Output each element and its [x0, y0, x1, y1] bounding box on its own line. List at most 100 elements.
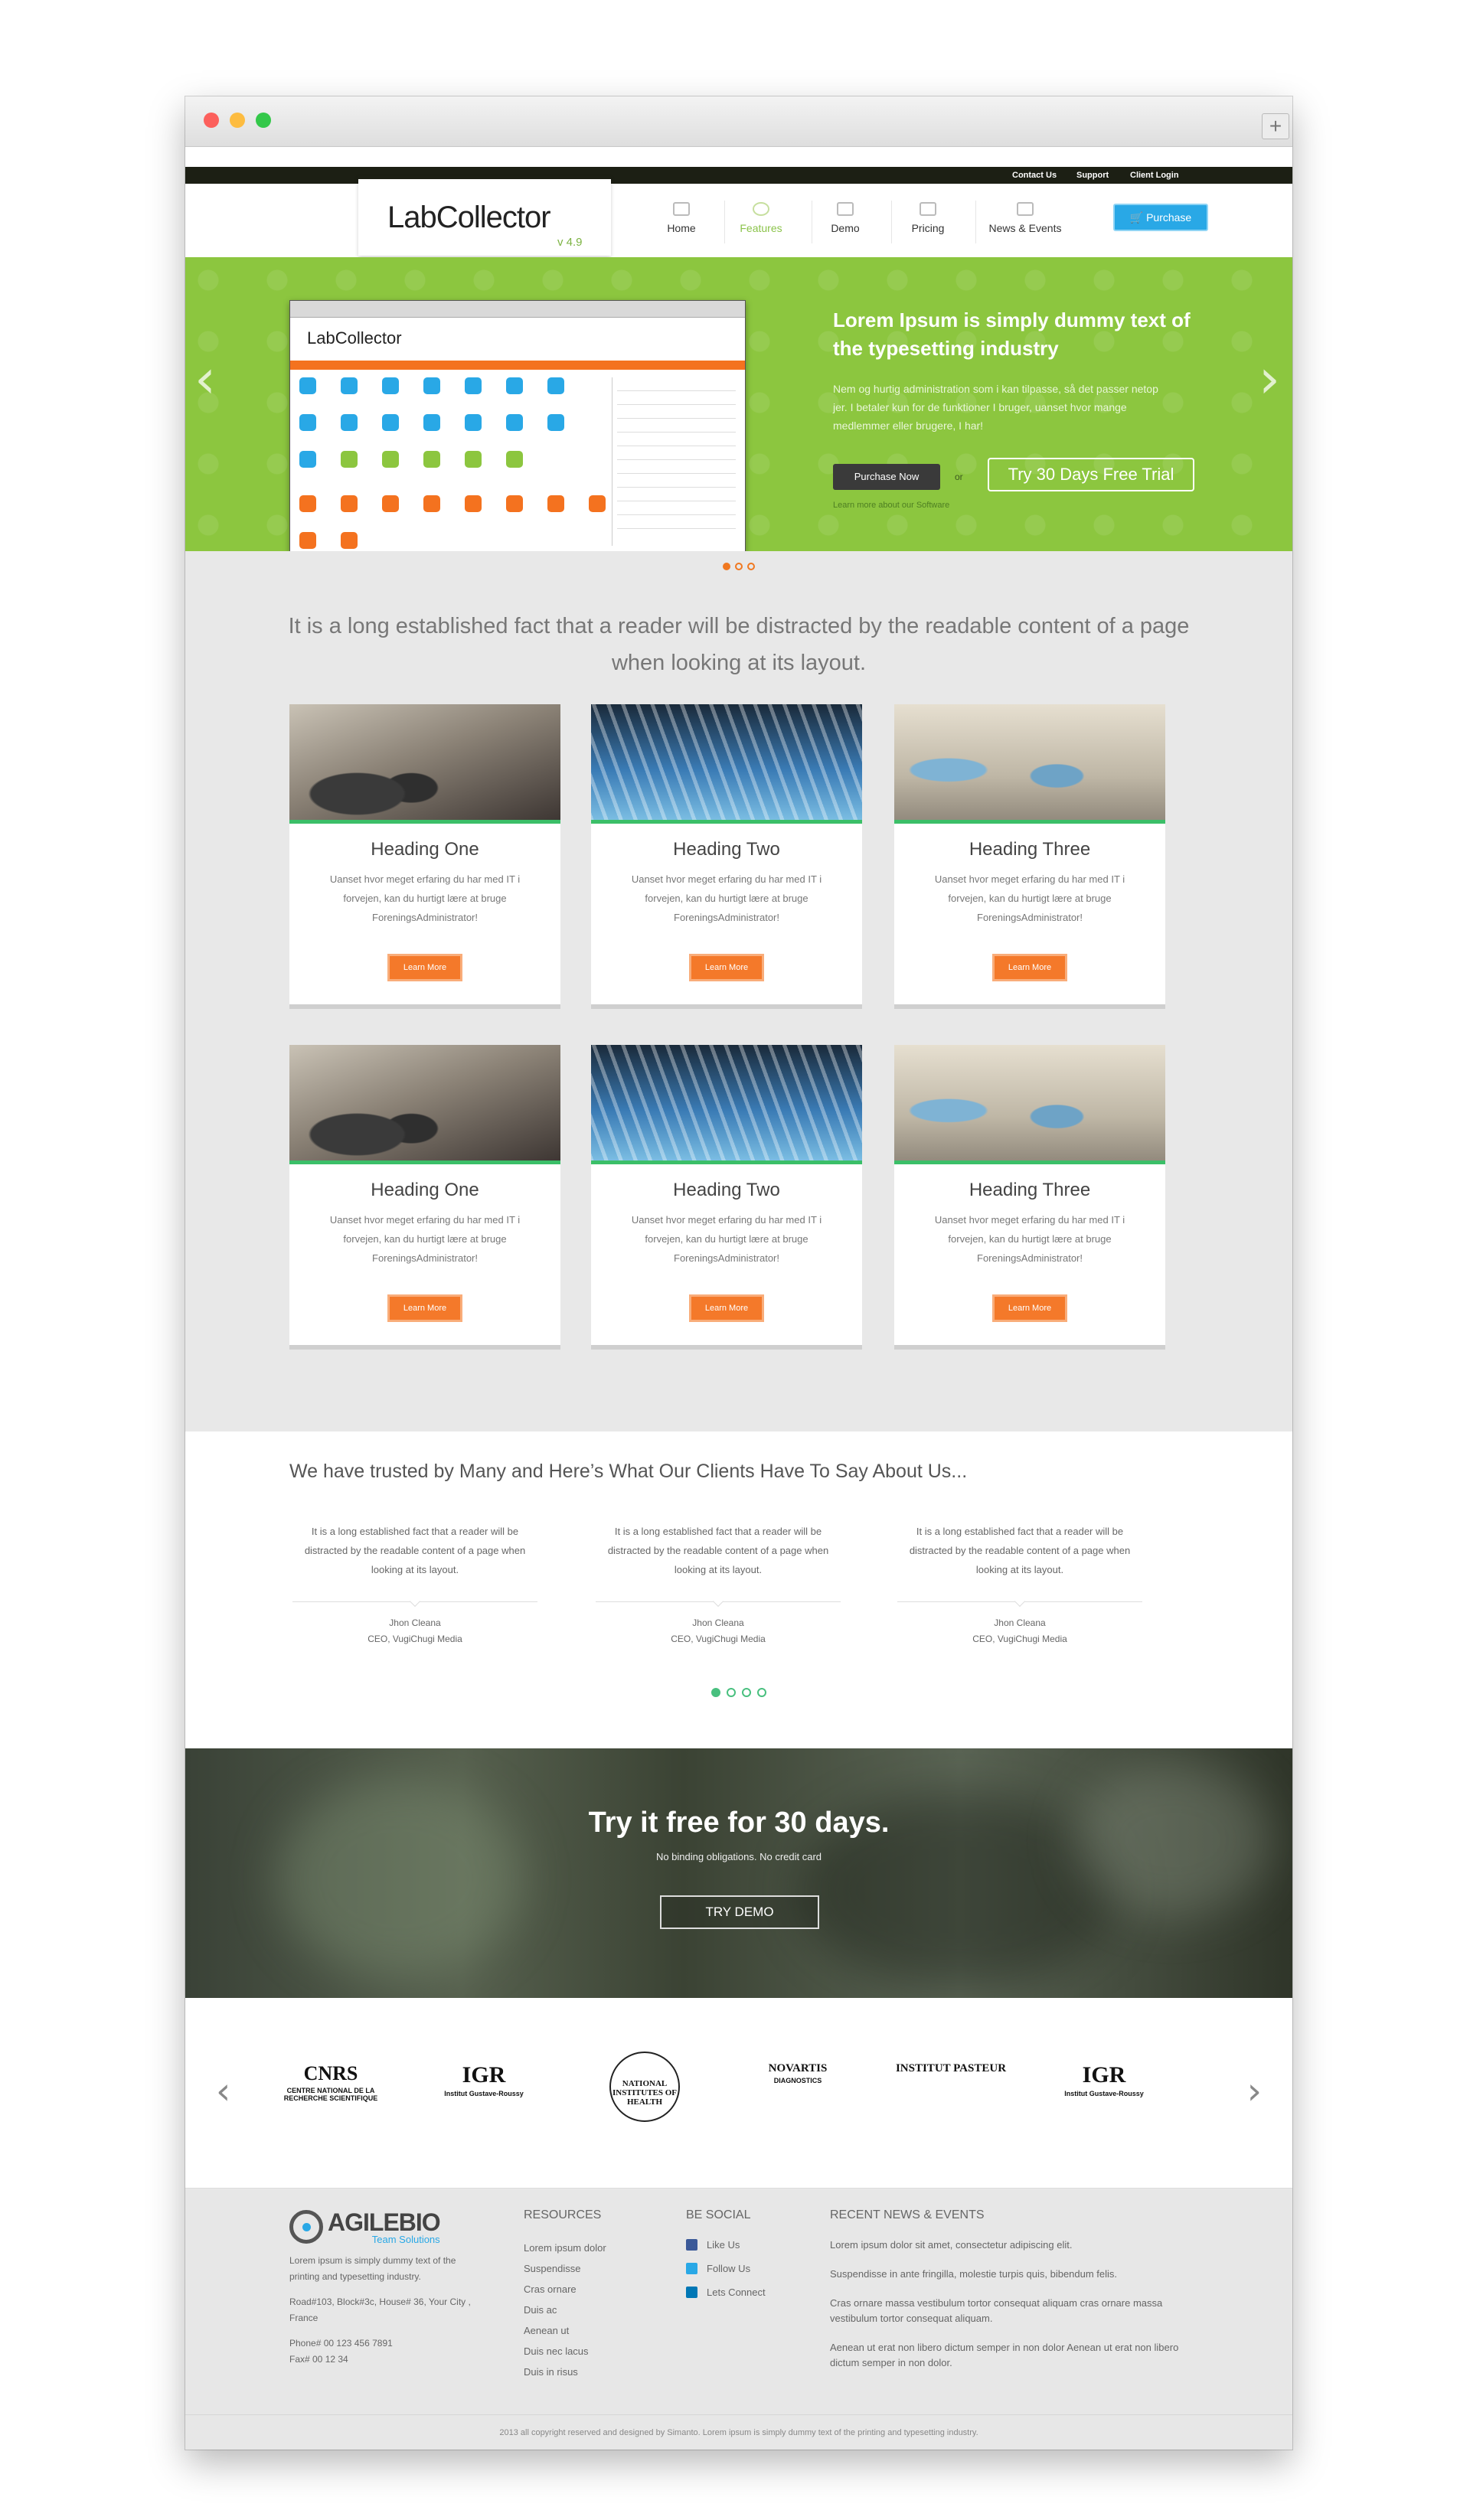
feature-card-text: Uanset hvor meget erfaring du har med IT…: [934, 873, 1125, 923]
screenshot-module-tile: [299, 495, 316, 512]
nav-demo[interactable]: Demo: [818, 202, 873, 234]
nav-demo-label: Demo: [831, 222, 860, 234]
screenshot-module-tile: [547, 414, 564, 431]
screenshot-module-tile: [547, 377, 564, 394]
hero-slide-dot[interactable]: [735, 563, 743, 570]
labcollector-logo[interactable]: LabCollector v 4.9: [358, 176, 611, 256]
monitor-icon: [837, 202, 854, 216]
testimonial-page-dot[interactable]: [727, 1688, 736, 1697]
screenshot-list-row: [617, 518, 736, 529]
purchase-button[interactable]: 🛒 Purchase: [1113, 204, 1208, 231]
partner-logo-subtitle: CENTRE NATIONAL DE LA RECHERCHE SCIENTIF…: [283, 2087, 378, 2102]
screenshot-list-row: [617, 408, 736, 419]
learn-more-button[interactable]: Learn More: [689, 1294, 764, 1322]
intro-text: It is a long established fact that a rea…: [288, 614, 1190, 675]
learn-more-button[interactable]: Learn More: [992, 1294, 1067, 1322]
screenshot-module-tile: [423, 414, 440, 431]
logos-next-arrow[interactable]: ›: [1247, 2070, 1262, 2113]
testimonial-page-dot[interactable]: [742, 1688, 751, 1697]
learn-more-link[interactable]: Learn more about our Software: [833, 501, 949, 510]
learn-more-button[interactable]: Learn More: [387, 954, 462, 981]
screenshot-module-tile: [506, 414, 523, 431]
news-heading: RECENT NEWS & EVENTS: [830, 2208, 985, 2221]
client-login-link[interactable]: Client Login: [1130, 171, 1179, 180]
screenshot-list-row: [617, 504, 736, 515]
partner-logo-name: INSTITUT PASTEUR: [895, 2062, 1007, 2074]
maximize-window-button[interactable]: [256, 113, 271, 128]
footer-address: Road#103, Block#3c, House# 36, Your City…: [289, 2296, 471, 2323]
learn-more-button[interactable]: Learn More: [689, 954, 764, 981]
partner-logo-name: IGR: [1082, 2062, 1126, 2087]
resource-link[interactable]: Suspendisse: [524, 2258, 606, 2279]
feature-card-text: Uanset hvor meget erfaring du har med IT…: [631, 873, 822, 923]
resource-link[interactable]: Duis in risus: [524, 2362, 606, 2382]
agilebio-logo[interactable]: AGILEBIO Team Solutions: [289, 2208, 481, 2245]
screenshot-list-row: [617, 491, 736, 501]
new-tab-button[interactable]: +: [1262, 113, 1289, 139]
social-link[interactable]: Lets Connect: [686, 2280, 766, 2304]
screenshot-module-tile: [341, 377, 358, 394]
nav-home[interactable]: Home: [657, 202, 706, 234]
resource-link[interactable]: Duis nec lacus: [524, 2341, 606, 2362]
news-item[interactable]: Aenean ut erat non libero dictum semper …: [830, 2340, 1197, 2371]
contact-us-link[interactable]: Contact Us: [1012, 171, 1057, 180]
screenshot-module-tile: [423, 451, 440, 468]
logos-prev-arrow[interactable]: ‹: [216, 2070, 230, 2113]
screenshot-module-tile: [465, 377, 482, 394]
news-list: Lorem ipsum dolor sit amet, consectetur …: [830, 2238, 1197, 2385]
screenshot-module-tile: [341, 414, 358, 431]
feature-card: Heading Two Uanset hvor meget erfaring du…: [591, 1045, 862, 1350]
hero-next-arrow[interactable]: ›: [1259, 348, 1280, 410]
nav-features[interactable]: Features: [730, 202, 792, 234]
screenshot-module-tile: [299, 532, 316, 549]
resource-link[interactable]: Lorem ipsum dolor: [524, 2238, 606, 2258]
screenshot-module-tile: [547, 495, 564, 512]
top-strip: [185, 147, 1292, 167]
testimonial-quote: It is a long established fact that a rea…: [304, 1526, 526, 1575]
news-item[interactable]: Cras ornare massa vestibulum tortor cons…: [830, 2296, 1197, 2326]
testimonial-quote: It is a long established fact that a rea…: [607, 1526, 829, 1575]
nav-news-events[interactable]: News & Events: [977, 202, 1073, 234]
social-link[interactable]: Like Us: [686, 2233, 766, 2257]
partner-logo[interactable]: IGR Institut Gustave-Roussy: [1043, 2062, 1165, 2097]
browser-chrome: +: [185, 96, 1292, 147]
partner-logo[interactable]: CNRS CENTRE NATIONAL DE LA RECHERCHE SCIE…: [270, 2062, 392, 2102]
testimonial-page-dot[interactable]: [757, 1688, 766, 1697]
partner-logo[interactable]: INSTITUT PASTEUR: [890, 2062, 1012, 2075]
partner-logo[interactable]: NATIONAL INSTITUTES OF HEALTH: [609, 2052, 680, 2122]
hero-slide-dot[interactable]: [747, 563, 755, 570]
support-link[interactable]: Support: [1076, 171, 1109, 180]
minimize-window-button[interactable]: [230, 113, 245, 128]
screenshot-module-tile: [506, 495, 523, 512]
agilebio-brand: AGILEBIO: [328, 2208, 441, 2236]
feature-card-text: Uanset hvor meget erfaring du har med IT…: [631, 1214, 822, 1264]
screenshot-module-tile: [423, 377, 440, 394]
home-icon: [673, 202, 690, 216]
news-item[interactable]: Suspendisse in ante fringilla, molestie …: [830, 2267, 1197, 2282]
hero-prev-arrow[interactable]: ‹: [194, 348, 216, 410]
news-item[interactable]: Lorem ipsum dolor sit amet, consectetur …: [830, 2238, 1197, 2253]
purchase-now-button[interactable]: Purchase Now: [833, 464, 940, 490]
nav-pricing[interactable]: Pricing: [897, 202, 959, 234]
screenshot-activity-list: [612, 377, 740, 546]
resource-link[interactable]: Aenean ut: [524, 2320, 606, 2341]
social-heading: BE SOCIAL: [686, 2208, 751, 2221]
social-list: Like Us Follow Us Lets Connect: [686, 2233, 766, 2304]
learn-more-button[interactable]: Learn More: [992, 954, 1067, 981]
partner-logo-subtitle: Institut Gustave-Roussy: [1064, 2090, 1144, 2097]
screenshot-module-tile: [299, 451, 316, 468]
try-demo-button[interactable]: TRY DEMO: [660, 1895, 819, 1929]
close-window-button[interactable]: [204, 113, 219, 128]
social-link[interactable]: Follow Us: [686, 2257, 766, 2280]
resource-link[interactable]: Cras ornare: [524, 2279, 606, 2300]
partner-logo[interactable]: IGR Institut Gustave-Roussy: [423, 2062, 545, 2097]
screenshot-module-tile: [589, 495, 606, 512]
resource-link[interactable]: Duis ac: [524, 2300, 606, 2320]
free-trial-button[interactable]: Try 30 Days Free Trial: [988, 458, 1194, 491]
partner-logo-name: NATIONAL INSTITUTES OF HEALTH: [612, 2079, 678, 2107]
hero-slide-dot[interactable]: [723, 563, 730, 570]
partner-logo[interactable]: NOVARTIS DIAGNOSTICS: [737, 2062, 859, 2084]
testimonial-page-dot[interactable]: [711, 1688, 720, 1697]
learn-more-button[interactable]: Learn More: [387, 1294, 462, 1322]
testimonial-author-role: CEO, VugiChugi Media: [671, 1634, 766, 1644]
